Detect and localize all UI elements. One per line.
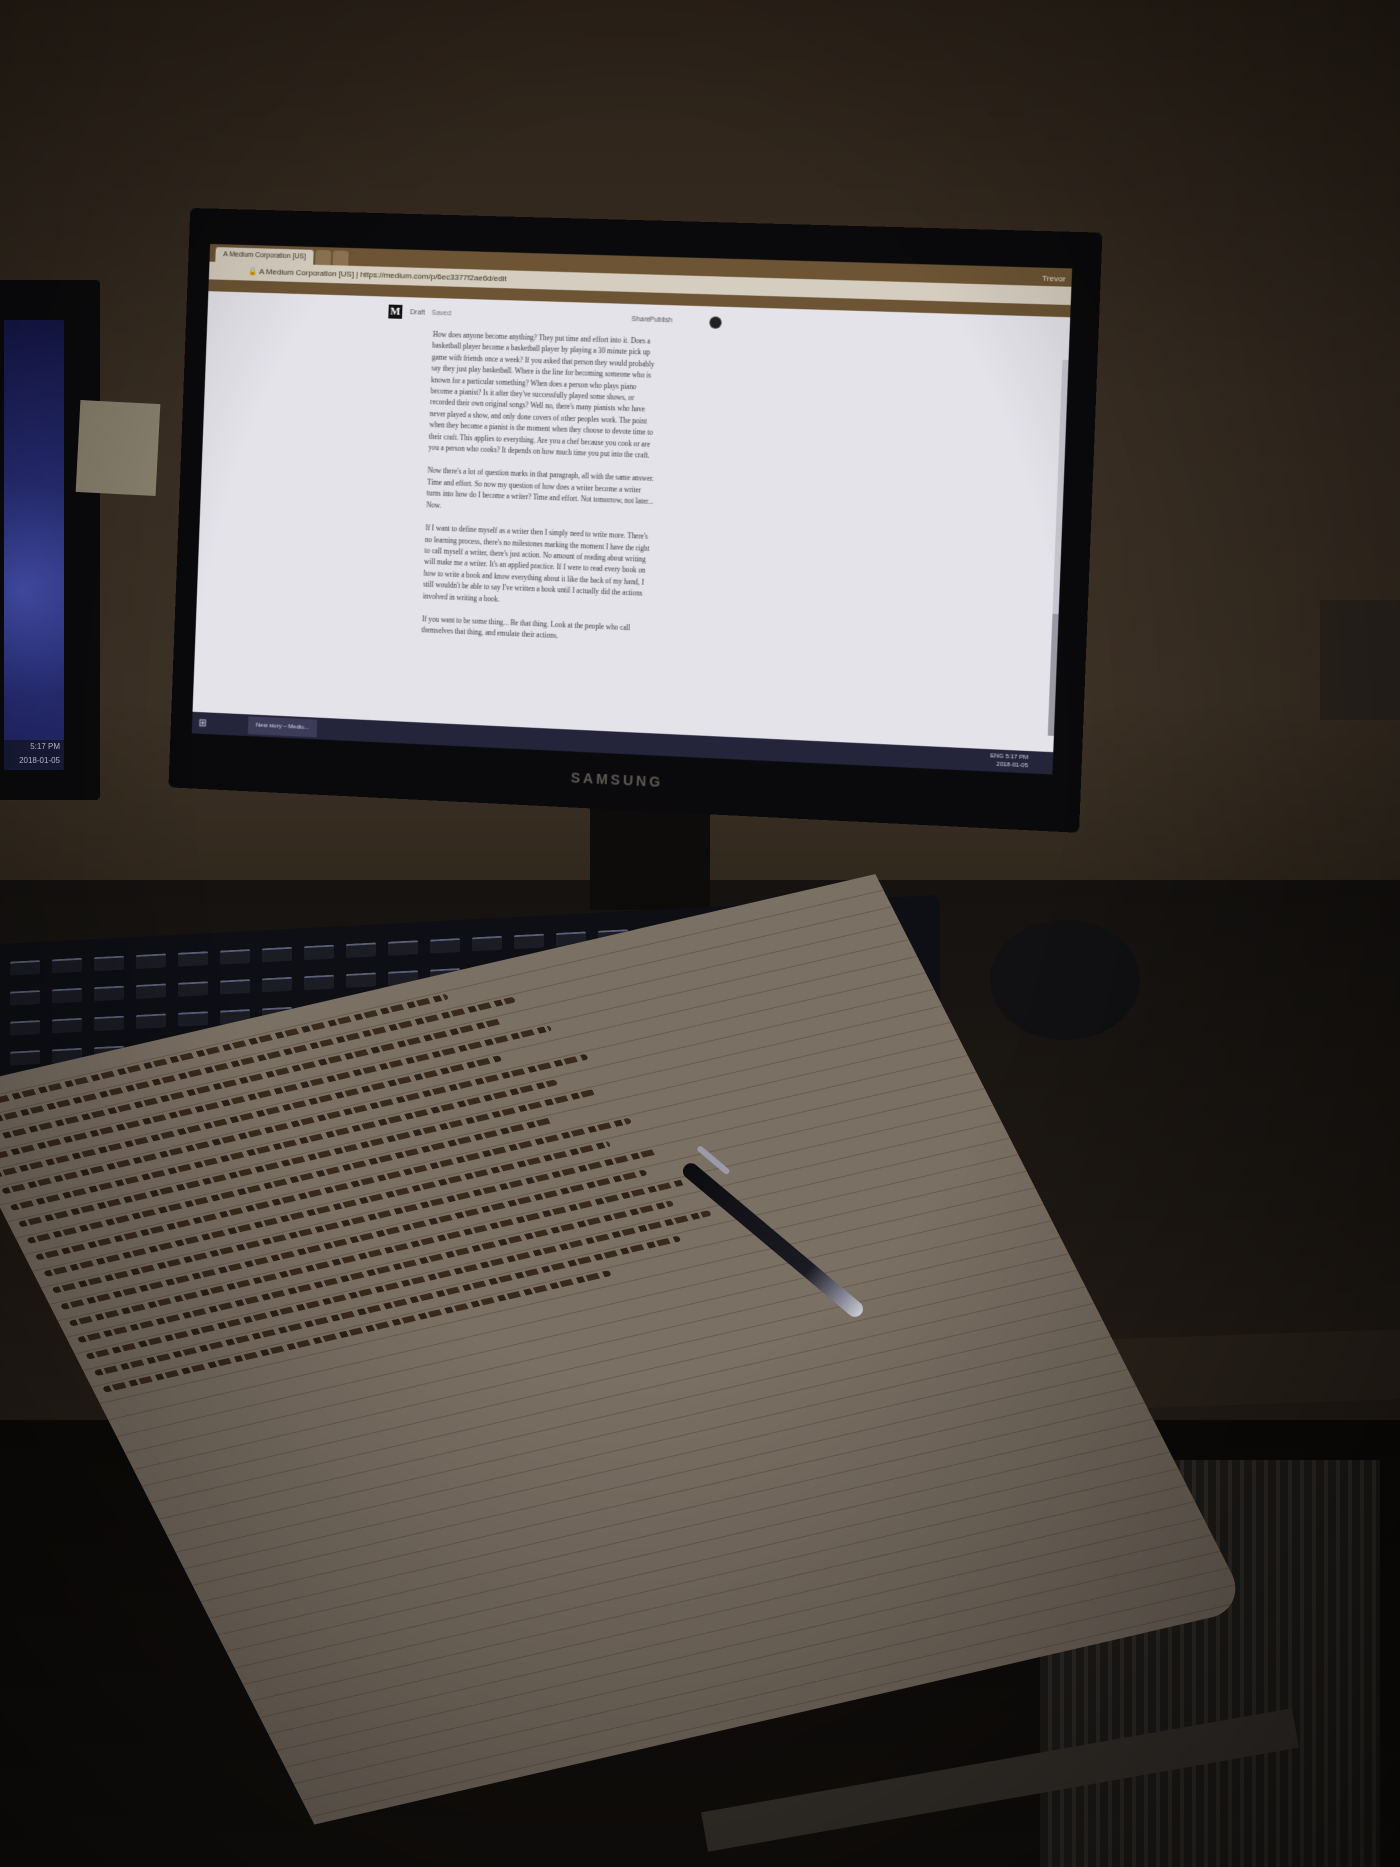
handwriting-line: [34, 1117, 633, 1261]
handwriting-line: [85, 1210, 712, 1360]
key: [10, 990, 40, 1006]
article-paragraph: How does anyone become anything? They pu…: [428, 330, 655, 460]
key: [52, 957, 82, 974]
taskbar-language[interactable]: ENG: [990, 753, 1004, 760]
key: [136, 953, 166, 969]
site-identity: A Medium Corporation [US]: [259, 267, 355, 279]
key: [430, 938, 460, 954]
mouse: [990, 920, 1140, 1040]
key: [94, 985, 124, 1002]
article-paragraph: If I want to define myself as a writer t…: [422, 524, 650, 604]
key: [304, 944, 334, 961]
draft-label: Draft: [409, 309, 426, 317]
key: [178, 1011, 208, 1027]
key: [94, 1015, 124, 1032]
key: [136, 983, 166, 999]
key: [10, 1050, 40, 1066]
key: [178, 981, 208, 997]
left-monitor-screen: 5:17 PM 2018-01-05: [4, 320, 64, 770]
key: [304, 974, 334, 991]
key: [220, 949, 250, 965]
taskbar-time: 5:17 PM: [1005, 753, 1029, 762]
browser-tab[interactable]: [332, 250, 349, 266]
key: [346, 942, 376, 958]
article-paragraph: Now there's a lot of question marks in t…: [426, 467, 654, 510]
photo-scene: 5:17 PM 2018-01-05 A Medium Corporation …: [0, 0, 1400, 1867]
publish-button[interactable]: Publish: [649, 317, 672, 325]
monitor-screen: A Medium Corporation [US] Trevor 🔒 A Med…: [191, 243, 1073, 775]
left-monitor-taskbar: 5:17 PM 2018-01-05: [4, 740, 64, 770]
key: [136, 1013, 166, 1029]
key: [388, 940, 418, 956]
key: [10, 1020, 40, 1036]
taskbar-clock[interactable]: ENG 5:17 PM 2018-01-05: [990, 752, 1029, 770]
key: [472, 935, 502, 952]
windows-start-icon[interactable]: ⊞: [192, 717, 214, 729]
sticky-note: [75, 399, 161, 497]
scrollbar[interactable]: [1047, 359, 1069, 736]
article-paragraph: If you want to be some thing... Be that …: [421, 615, 631, 641]
medium-logo[interactable]: M: [388, 304, 403, 319]
share-button[interactable]: Share: [631, 316, 650, 324]
scrollbar-thumb[interactable]: [1047, 613, 1059, 736]
handwriting-line: [51, 1148, 659, 1294]
key: [514, 933, 544, 950]
lock-icon: 🔒: [247, 266, 258, 276]
avatar[interactable]: [709, 316, 722, 329]
left-monitor-time: 5:17 PM: [30, 742, 60, 751]
key: [262, 946, 292, 963]
key: [94, 955, 124, 972]
handwriting-line: [26, 1116, 556, 1244]
taskbar-app-browser[interactable]: New story – Mediu...: [247, 716, 318, 738]
key: [52, 987, 82, 1004]
left-monitor-date: 2018-01-05: [19, 756, 60, 765]
article-body[interactable]: How does anyone become anything? They pu…: [421, 330, 661, 659]
key: [52, 1017, 82, 1034]
key: [346, 972, 376, 988]
left-monitor: 5:17 PM 2018-01-05: [0, 280, 100, 800]
browser-tab[interactable]: [315, 249, 332, 266]
taskbar-date: 2018-01-05: [996, 761, 1029, 770]
saved-status: Saved: [431, 309, 452, 318]
url-text[interactable]: https://medium.com/p/6ec3377f2ae6d/edit: [360, 270, 507, 283]
right-shelf: [1320, 600, 1400, 720]
handwriting-line: [77, 1200, 675, 1344]
key: [262, 976, 292, 993]
key: [10, 960, 40, 976]
key: [220, 979, 250, 995]
main-monitor: A Medium Corporation [US] Trevor 🔒 A Med…: [168, 207, 1103, 833]
browser-profile-name[interactable]: Trevor: [1042, 271, 1066, 287]
key: [178, 951, 208, 967]
